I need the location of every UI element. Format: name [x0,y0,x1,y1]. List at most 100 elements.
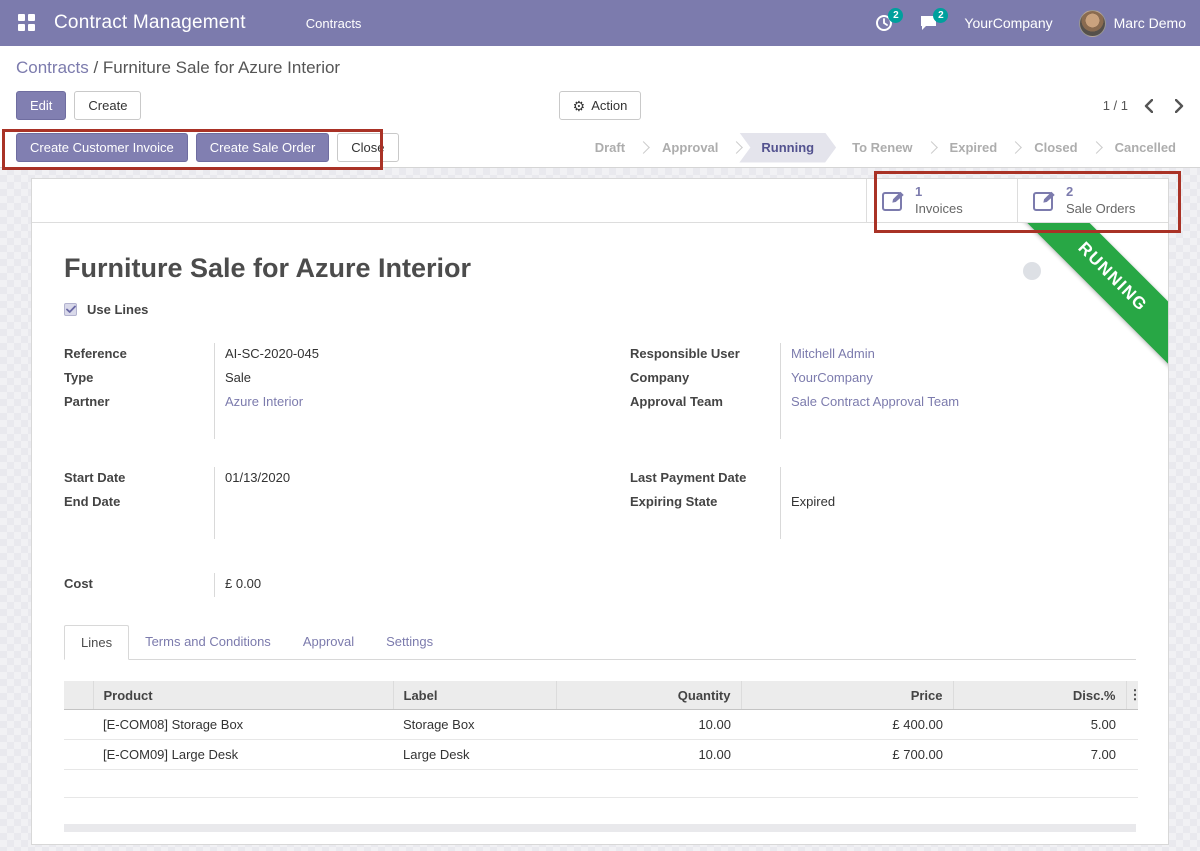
apps-grid-icon[interactable] [18,14,36,32]
responsible-user-label: Responsible User [630,343,780,367]
messages-icon[interactable]: 2 [919,14,938,32]
tab-approval[interactable]: Approval [287,625,370,660]
avatar-placeholder-dot [1023,262,1041,280]
edit-button[interactable]: Edit [16,91,66,120]
expiring-state-label: Expiring State [630,491,780,515]
disc-column-header[interactable]: Disc.% [953,681,1126,710]
pencil-square-icon [881,188,906,213]
nav-menu-contracts[interactable]: Contracts [306,16,362,31]
breadcrumb-separator: / [89,58,103,77]
check-icon [66,305,76,314]
cost-value: £ 0.00 [214,573,570,597]
end-date-label: End Date [64,491,214,515]
status-step-approval[interactable]: Approval [646,133,734,163]
use-lines-checkbox[interactable] [64,303,77,316]
status-step-closed[interactable]: Closed [1018,133,1093,163]
tab-lines[interactable]: Lines [64,625,129,660]
dates-field-group: Start Date01/13/2020 End Date Last Payme… [64,467,1136,539]
row-handle[interactable] [64,740,93,770]
label-cell[interactable]: Large Desk [393,740,556,770]
table-row[interactable]: [E-COM09] Large Desk Large Desk 10.00 £ … [64,740,1138,770]
action-button[interactable]: ⚙ Action [559,91,642,120]
status-pipeline: Draft Approval Running To Renew Expired … [579,133,1192,163]
pager-next-icon[interactable] [1175,99,1184,113]
lines-table-header: Product Label Quantity Price Disc.% ⋮ [64,681,1138,710]
disc-cell[interactable]: 5.00 [953,710,1126,740]
form-sheet: 1 Invoices 2 Sale Orders RUNNING Furnitu [31,178,1169,845]
gear-icon: ⚙ [573,99,586,113]
partner-label: Partner [64,391,214,415]
table-row[interactable]: [E-COM08] Storage Box Storage Box 10.00 … [64,710,1138,740]
user-name: Marc Demo [1114,15,1186,31]
create-customer-invoice-button[interactable]: Create Customer Invoice [16,133,188,162]
cost-field-group: Cost£ 0.00 [64,573,1136,597]
smart-button-row: 1 Invoices 2 Sale Orders [32,179,1168,223]
quantity-cell[interactable]: 10.00 [556,710,741,740]
use-lines-label: Use Lines [87,302,148,317]
create-sale-order-button[interactable]: Create Sale Order [196,133,330,162]
pencil-square-icon [1032,188,1057,213]
action-button-label: Action [591,98,627,113]
reference-label: Reference [64,343,214,367]
control-panel: Contracts / Furniture Sale for Azure Int… [0,46,1200,128]
start-date-value: 01/13/2020 [214,467,570,491]
company-switcher[interactable]: YourCompany [964,15,1052,31]
status-step-draft[interactable]: Draft [579,133,641,163]
main-field-group: ReferenceAI-SC-2020-045 TypeSale Partner… [64,343,1136,439]
company-value-link[interactable]: YourCompany [780,367,1136,391]
product-cell[interactable]: [E-COM09] Large Desk [93,740,393,770]
status-step-to-renew[interactable]: To Renew [836,133,928,163]
row-handle[interactable] [64,710,93,740]
activity-badge: 2 [888,8,903,23]
messages-badge: 2 [933,8,948,23]
app-title[interactable]: Contract Management [54,12,246,34]
product-column-header[interactable]: Product [93,681,393,710]
section-divider-strip [64,824,1136,832]
user-menu[interactable]: Marc Demo [1079,10,1186,37]
responsible-user-value-link[interactable]: Mitchell Admin [780,343,1136,367]
handle-column-header [64,681,93,710]
sale-orders-smart-button[interactable]: 2 Sale Orders [1017,179,1168,222]
sale-orders-count: 2 [1066,184,1135,200]
empty-table-row [64,770,1138,798]
status-step-running-active[interactable]: Running [739,133,836,163]
disc-cell[interactable]: 7.00 [953,740,1126,770]
create-button[interactable]: Create [74,91,141,120]
top-navbar: Contract Management Contracts 2 2 YourCo… [0,0,1200,46]
pager-previous-icon[interactable] [1144,99,1153,113]
optional-columns-icon[interactable]: ⋮ [1126,681,1138,710]
price-column-header[interactable]: Price [741,681,953,710]
status-step-cancelled[interactable]: Cancelled [1099,133,1192,163]
record-title: Furniture Sale for Azure Interior [64,253,1136,284]
form-view-background: 1 Invoices 2 Sale Orders RUNNING Furnitu [0,168,1200,851]
sale-orders-label: Sale Orders [1066,201,1135,217]
pager-counter: 1 / 1 [1103,98,1128,113]
expiring-state-value: Expired [780,491,1136,515]
breadcrumb-parent[interactable]: Contracts [16,58,89,77]
price-cell[interactable]: £ 700.00 [741,740,953,770]
tab-terms-and-conditions[interactable]: Terms and Conditions [129,625,287,660]
close-button[interactable]: Close [337,133,398,162]
approval-team-value-link[interactable]: Sale Contract Approval Team [780,391,1136,415]
partner-value-link[interactable]: Azure Interior [214,391,570,415]
label-cell[interactable]: Storage Box [393,710,556,740]
tab-settings[interactable]: Settings [370,625,449,660]
price-cell[interactable]: £ 400.00 [741,710,953,740]
product-cell[interactable]: [E-COM08] Storage Box [93,710,393,740]
notebook-tabs: Lines Terms and Conditions Approval Sett… [64,625,1136,660]
breadcrumb-current: Furniture Sale for Azure Interior [103,58,340,77]
lines-table: Product Label Quantity Price Disc.% ⋮ [E… [64,681,1138,798]
activity-icon[interactable]: 2 [875,14,893,32]
label-column-header[interactable]: Label [393,681,556,710]
quantity-cell[interactable]: 10.00 [556,740,741,770]
cost-label: Cost [64,573,214,597]
start-date-label: Start Date [64,467,214,491]
type-value: Sale [214,367,570,391]
last-payment-date-value [780,467,1136,491]
quantity-column-header[interactable]: Quantity [556,681,741,710]
last-payment-date-label: Last Payment Date [630,467,780,491]
company-label: Company [630,367,780,391]
end-date-value [214,491,570,515]
invoices-smart-button[interactable]: 1 Invoices [866,179,1017,222]
status-step-expired[interactable]: Expired [934,133,1014,163]
